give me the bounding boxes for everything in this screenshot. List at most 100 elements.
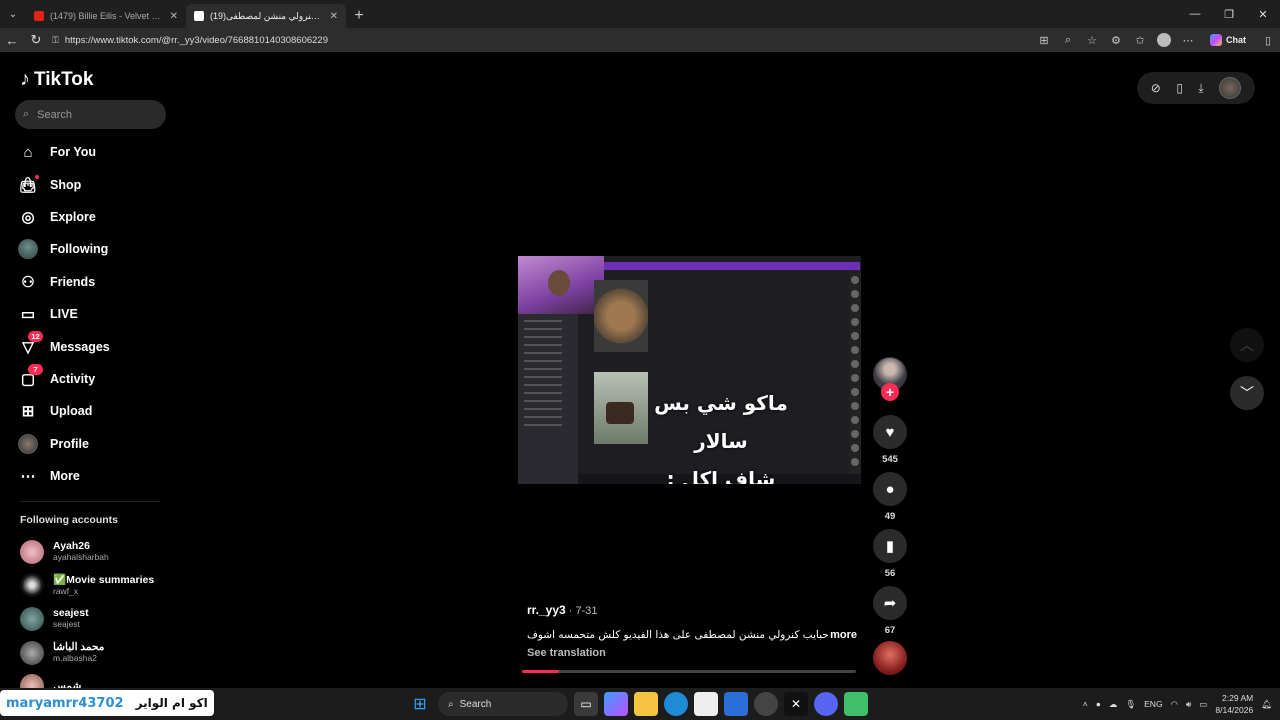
nav-shop[interactable]: 👜︎ Shop: [18, 168, 168, 200]
system-clock[interactable]: 2:29 AM 8/14/2026: [1215, 692, 1253, 716]
compass-icon[interactable]: ⊘: [1151, 81, 1161, 95]
discord-icon[interactable]: [814, 692, 838, 716]
account-avatar: [20, 606, 44, 631]
taskbar-search[interactable]: ⌕ Search: [438, 692, 568, 716]
store-icon[interactable]: [694, 692, 718, 716]
minecraft-icon[interactable]: [844, 692, 868, 716]
music-disc-avatar[interactable]: [873, 641, 907, 675]
following-account[interactable]: ✅Movie summaries rawf_x: [20, 569, 170, 603]
nav-upload[interactable]: ⊞ Upload: [18, 395, 168, 427]
app-available-icon[interactable]: ⊞: [1032, 28, 1056, 52]
nav-for-you[interactable]: ⌂ For You: [18, 136, 168, 168]
account-avatar: [20, 539, 44, 564]
messages-badge: 12: [28, 331, 43, 343]
tray-chevron-up-icon[interactable]: ˄: [1083, 699, 1088, 709]
settings-more-icon[interactable]: ⋯: [1176, 28, 1200, 52]
browser-tab-youtube[interactable]: (1479) Billie Eilis - Velvet Undergro ✕: [26, 4, 186, 28]
tray-app-icon[interactable]: ●: [1096, 699, 1101, 709]
nav-live[interactable]: ▭ LIVE: [18, 298, 168, 330]
file-explorer-icon[interactable]: [634, 692, 658, 716]
nav-friends[interactable]: ⚇ Friends: [18, 266, 168, 298]
mail-icon[interactable]: [724, 692, 748, 716]
wifi-icon[interactable]: ◠: [1171, 699, 1178, 710]
nav-following[interactable]: Following: [18, 233, 168, 265]
more-dots-icon: ⋯: [20, 468, 36, 486]
onedrive-icon[interactable]: ☁: [1109, 699, 1118, 710]
following-account[interactable]: seajest seajest: [20, 602, 170, 636]
capcut-icon[interactable]: ✕: [784, 692, 808, 716]
nav-activity[interactable]: ▢ 7 Activity: [18, 363, 168, 395]
comment-button[interactable]: ● 49: [873, 472, 907, 522]
see-translation-link[interactable]: See translation: [527, 647, 857, 659]
nav-label: Upload: [50, 404, 93, 419]
like-button[interactable]: ♥ 545: [873, 415, 907, 465]
favorite-star-icon[interactable]: ☆: [1080, 28, 1104, 52]
previous-video-chevron-up-icon[interactable]: ︿: [1230, 328, 1264, 362]
nav-more[interactable]: ⋯ More: [18, 460, 168, 492]
address-bar: ← ↻ ⚿ https://www.tiktok.com/@rr._yy3/vi…: [0, 28, 1280, 52]
system-tray: ˄ ● ☁ 🎙︎ ENG ◠ 🔊︎ ▭ 2:29 AM 8/14/2026 🔔︎: [1083, 688, 1272, 720]
post-info: rr._yy3 · 7-31 حبايب كنرولي منشن لمصطفى …: [527, 603, 857, 659]
sidebar-toggle-icon[interactable]: ▯: [1256, 28, 1280, 52]
copilot-chat-button[interactable]: Chat: [1200, 28, 1256, 52]
language-indicator[interactable]: ENG: [1144, 699, 1162, 709]
clock-time: 2:29 AM: [1222, 693, 1254, 703]
post-author-line: rr._yy3 · 7-31: [527, 603, 857, 617]
close-tab-icon[interactable]: ✕: [170, 11, 178, 22]
restore-icon[interactable]: ❐: [1212, 0, 1246, 28]
following-account[interactable]: Ayah26 ayahalsharbah: [20, 535, 170, 569]
next-video-chevron-down-icon[interactable]: ﹀: [1230, 376, 1264, 410]
nav-profile[interactable]: Profile: [18, 428, 168, 460]
task-view-icon[interactable]: ▭: [574, 692, 598, 716]
windows-start-icon[interactable]: ⊞: [408, 692, 432, 716]
refresh-icon[interactable]: ↻: [24, 28, 48, 52]
browser-tab-tiktok[interactable]: (19)حبايب كنرولي منشن لمصطفى ✕: [186, 4, 346, 28]
nav-messages[interactable]: ▽ 12 Messages: [18, 330, 168, 362]
video-progress-bar[interactable]: [522, 670, 856, 673]
video-screen-header: [604, 262, 860, 270]
extensions-icon[interactable]: ⚙: [1104, 28, 1128, 52]
copilot-app-icon[interactable]: [604, 692, 628, 716]
browser-profile-avatar[interactable]: [1157, 33, 1171, 47]
edge-browser-icon[interactable]: [664, 692, 688, 716]
new-tab-button[interactable]: +: [346, 4, 372, 28]
following-accounts-list: Ayah26 ayahalsharbah ✅Movie summaries rawf…: [20, 535, 170, 703]
back-arrow-icon[interactable]: ←: [0, 28, 24, 52]
bookmark-icon: ▮: [873, 529, 907, 563]
minimize-icon[interactable]: —: [1178, 0, 1212, 28]
upload-icon: ⊞: [21, 403, 35, 421]
browser-tab-bar: ⌄ (1479) Billie Eilis - Velvet Undergro …: [0, 0, 1280, 28]
following-account[interactable]: محمد الباشا m.albasha2: [20, 636, 170, 670]
microphone-icon[interactable]: 🎙︎: [1125, 699, 1136, 710]
search-input[interactable]: ⌕ Search: [15, 100, 166, 129]
volume-icon[interactable]: 🔊︎: [1186, 699, 1191, 710]
close-window-icon[interactable]: ✕: [1246, 0, 1280, 28]
nav-label: LIVE: [50, 307, 78, 322]
battery-icon[interactable]: ▭: [1199, 699, 1207, 710]
tiktok-logo[interactable]: ♪ TikTok: [20, 68, 93, 91]
follow-plus-icon[interactable]: +: [881, 383, 899, 401]
url-field[interactable]: ⚿ https://www.tiktok.com/@rr._yy3/video/…: [52, 30, 1052, 50]
save-button[interactable]: ▮ 56: [873, 529, 907, 579]
nav-label: Messages: [50, 339, 110, 354]
notifications-icon[interactable]: 🔔︎: [1261, 699, 1272, 710]
device-icon[interactable]: ▯: [1176, 81, 1183, 95]
share-button[interactable]: ➦ 67: [873, 586, 907, 636]
video-player[interactable]: ماكو شي بس سالار شاف اكل :: [518, 256, 861, 484]
zoom-icon[interactable]: ⌕: [1056, 28, 1080, 52]
video-screen-rail: [849, 270, 861, 484]
nav-explore[interactable]: ◎ Explore: [18, 201, 168, 233]
post-username[interactable]: rr._yy3: [527, 603, 566, 617]
taskbar-search-label: Search: [459, 698, 492, 710]
more-link[interactable]: more: [830, 629, 857, 641]
close-tab-icon[interactable]: ✕: [330, 11, 338, 22]
user-avatar[interactable]: [1219, 77, 1242, 99]
account-handle: seajest: [53, 619, 80, 630]
tab-actions-chevron-icon[interactable]: ⌄: [0, 0, 26, 28]
home-icon: ⌂: [23, 143, 33, 161]
site-info-icon[interactable]: ⚿: [52, 35, 59, 46]
download-icon[interactable]: ⤓: [1198, 81, 1203, 96]
favorites-icon[interactable]: ✩: [1128, 28, 1152, 52]
steam-icon[interactable]: [754, 692, 778, 716]
friends-icon: ⚇: [21, 273, 35, 291]
